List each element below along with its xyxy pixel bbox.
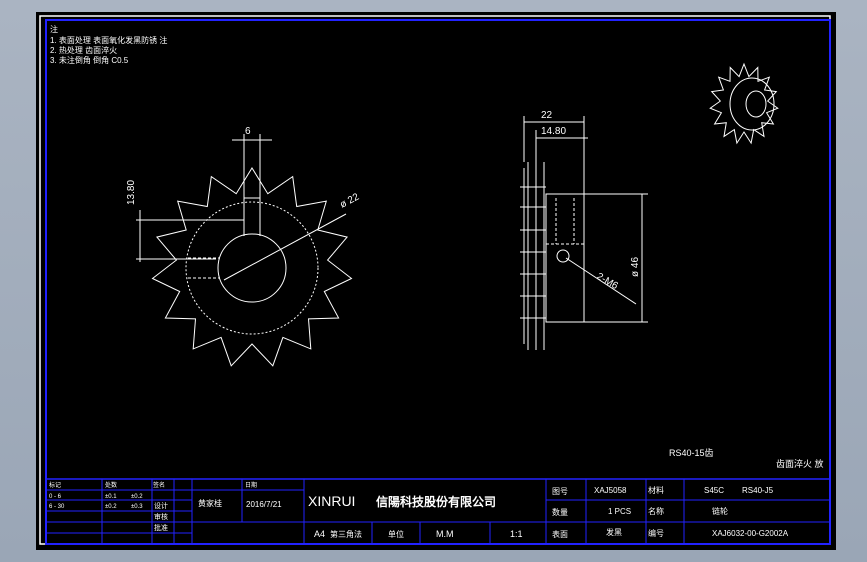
check-label: 审核 [154, 512, 168, 521]
company-cn: 信陽科技股份有限公司 [376, 494, 496, 509]
dim-13-lines [136, 210, 244, 262]
outer-frame [39, 15, 831, 545]
dim-6-text: 6 [245, 126, 251, 137]
dim-22-side-text: 22 [541, 110, 553, 121]
keyway [243, 197, 261, 236]
qty: 1 PCS [608, 507, 631, 516]
dim-22-leader [223, 213, 347, 281]
designer: 黄家桂 [198, 498, 222, 508]
side-view: 22 14.80 ø 46 2-M6 [520, 110, 648, 350]
date: 2016/7/21 [246, 500, 282, 509]
side-teeth [520, 162, 546, 350]
dim-13-text: 13.80 [126, 180, 137, 205]
rev-r3-1: ±0.2 [105, 504, 117, 510]
side-hub [545, 193, 585, 323]
iso-view [709, 62, 779, 145]
qty-label: 数量 [552, 507, 568, 517]
iso-bore [745, 90, 767, 118]
rev-r2-2: ±0.2 [131, 494, 143, 500]
part-no-label: 编号 [648, 528, 664, 538]
model-label: RS40-15齿 [669, 448, 714, 458]
hub-circle [185, 201, 319, 335]
front-view: 6 13.80 ø 22 [126, 126, 361, 367]
company-latin: XINRUI [308, 493, 355, 509]
surface: 发黑 [606, 527, 622, 537]
notes-heading: 注 [50, 24, 58, 34]
inner-frame [45, 19, 831, 545]
rev-r3-0: 6 - 30 [49, 504, 65, 510]
side-hidden-lines [546, 198, 584, 245]
rev-h0: 标记 [49, 481, 61, 489]
name: 链轮 [712, 506, 728, 516]
part-no: XAJ6032-00-G2002A [712, 529, 789, 538]
unit: M.M [436, 529, 454, 539]
paper: A4 [314, 529, 325, 539]
dim-14-side-text: 14.80 [541, 126, 566, 137]
dim-46-side-text: ø 46 [630, 257, 641, 277]
dim-6-lines [232, 134, 272, 198]
material-label: 材料 [648, 485, 664, 495]
title-block: 标记 处数 签名 日期 0 - 6 ±0.1 ±0.2 6 - 30 ±0.2 … [45, 478, 831, 545]
dim-22-text: ø 22 [338, 191, 361, 210]
right-note: 齿面淬火 放 [776, 458, 824, 469]
rev-h1: 处数 [105, 481, 117, 489]
angle: 第三角法 [330, 529, 362, 539]
scale: 1:1 [510, 529, 523, 539]
unit-label: 单位 [388, 529, 404, 539]
surface-label: 表面 [552, 529, 568, 539]
setscrew-hole [188, 257, 220, 279]
iso-hub [729, 77, 775, 131]
design-label: 设计 [154, 501, 168, 510]
note-line-3: 3. 未注倒角 倒角 C0.5 [50, 55, 129, 65]
bore-circle [217, 233, 287, 303]
rev-r3-2: ±0.3 [131, 504, 143, 510]
name-label: 名称 [648, 506, 664, 516]
iso-teeth [709, 62, 779, 145]
rev-r2-1: ±0.1 [105, 494, 117, 500]
material: S45C [704, 486, 724, 495]
rev-h2: 签名 [153, 481, 165, 489]
drawing-no: XAJ5058 [594, 486, 627, 495]
rev-r2-0: 0 - 6 [49, 494, 62, 500]
thread-note-text: 2-M6 [595, 271, 621, 292]
approve-label: 批准 [154, 523, 168, 532]
tapped-hole [556, 249, 570, 263]
note-line-1: 1. 表面处理 表面氧化发黑防锈 注 [50, 35, 167, 45]
notes-block: 注 1. 表面处理 表面氧化发黑防锈 注 2. 热处理 齿面淬火 3. 未注倒角… [50, 24, 167, 65]
rev-h3: 日期 [245, 481, 257, 489]
spec: RS40-J5 [742, 486, 774, 495]
drawing-canvas: 注 1. 表面处理 表面氧化发黑防锈 注 2. 热处理 齿面淬火 3. 未注倒角… [36, 12, 836, 550]
drawing-no-label: 图号 [552, 487, 568, 496]
note-line-2: 2. 热处理 齿面淬火 [50, 45, 117, 55]
